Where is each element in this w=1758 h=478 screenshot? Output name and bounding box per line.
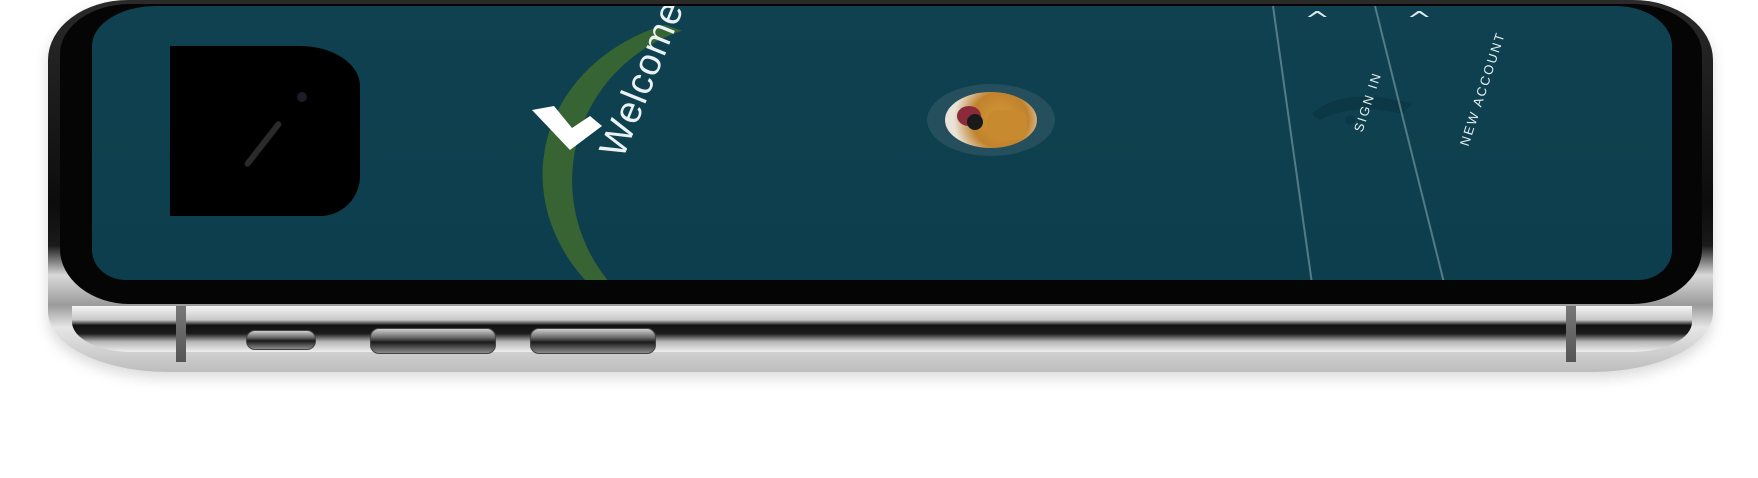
chevron-logo-icon: [532, 106, 602, 150]
antenna-band-right: [1566, 306, 1576, 362]
side-switch: [246, 330, 316, 350]
nav-divider-right: [1374, 6, 1447, 280]
front-camera-icon: [297, 92, 307, 102]
antenna-band-left: [176, 306, 186, 362]
volume-down-button: [530, 328, 656, 354]
phone-notch: [170, 46, 360, 216]
new-account-button[interactable]: NEW ACCOUNT: [1457, 30, 1508, 148]
new-account-chevron-icon[interactable]: ^: [1406, 8, 1432, 33]
profile-photo-icon: [957, 106, 1027, 140]
device-mockup: Welcome, Paul! ^ ^ SIGN IN NEW ACCOUNT: [0, 0, 1758, 478]
volume-up-button: [370, 328, 496, 354]
nav-divider-left: [1272, 6, 1315, 280]
avatar[interactable]: [945, 92, 1037, 148]
app-screen: Welcome, Paul! ^ ^ SIGN IN NEW ACCOUNT: [92, 6, 1672, 280]
sign-in-chevron-icon[interactable]: ^: [1304, 8, 1330, 33]
